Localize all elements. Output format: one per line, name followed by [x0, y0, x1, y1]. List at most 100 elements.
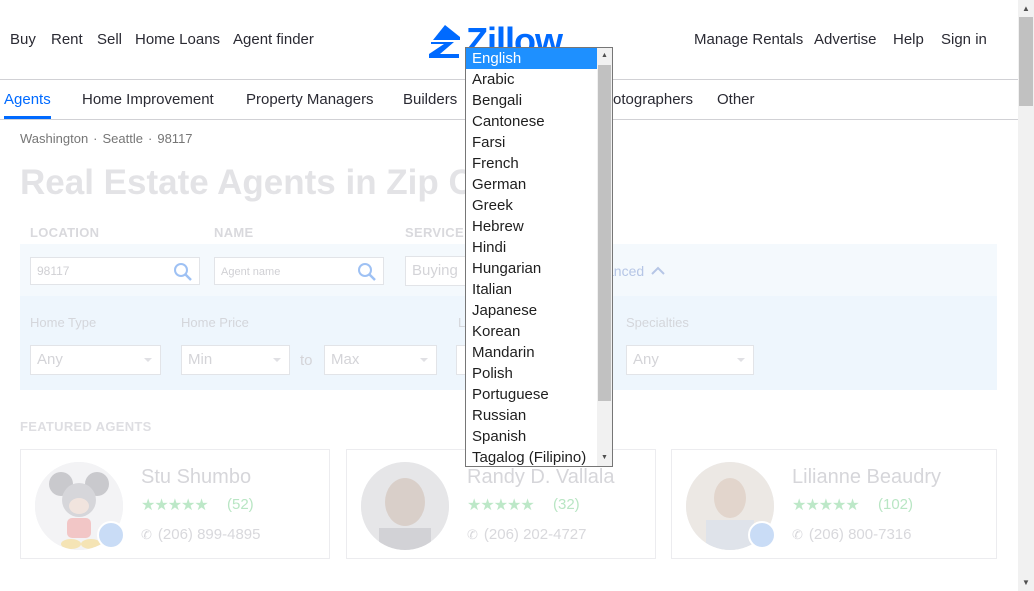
tab-photographers[interactable]: otographers — [613, 91, 693, 108]
language-dropdown-list[interactable]: English Arabic Bengali Cantonese Farsi French… — [465, 47, 613, 467]
price-max-value: Max — [331, 351, 360, 368]
scroll-up-arrow-icon[interactable]: ▲ — [1018, 0, 1034, 17]
language-option[interactable]: Greek — [466, 195, 597, 216]
advanced-toggle[interactable]: anced — [606, 263, 665, 279]
language-option[interactable]: Tagalog (Filipino) — [466, 447, 597, 466]
language-option[interactable]: Hindi — [466, 237, 597, 258]
dropdown-scrollbar[interactable]: ▲ ▼ — [597, 48, 612, 466]
language-option[interactable]: Polish — [466, 363, 597, 384]
agent-name[interactable]: Stu Shumbo — [141, 466, 251, 489]
agent-card[interactable]: Lilianne Beaudry ★★★★★ (102) ✆ (206) 800-… — [671, 449, 997, 559]
nav-home-loans-link[interactable]: Home Loans — [135, 31, 220, 48]
featured-agents-heading: FEATURED AGENTS — [20, 419, 152, 434]
language-option[interactable]: Portuguese — [466, 384, 597, 405]
agent-name-input[interactable]: Agent name — [214, 257, 384, 285]
language-option[interactable]: Spanish — [466, 426, 597, 447]
search-icon[interactable] — [173, 262, 193, 282]
language-option[interactable]: Italian — [466, 279, 597, 300]
tab-agents[interactable]: Agents — [4, 91, 51, 108]
avatar — [361, 462, 449, 550]
scrollbar-thumb[interactable] — [1019, 17, 1033, 106]
language-option[interactable]: Japanese — [466, 300, 597, 321]
phone-number: (206) 899-4895 — [157, 526, 261, 543]
price-min-value: Min — [188, 351, 213, 368]
agent-name[interactable]: Lilianne Beaudry — [792, 466, 941, 489]
phone-number: (206) 800-7316 — [808, 526, 912, 543]
language-option[interactable]: Korean — [466, 321, 597, 342]
nav-help-link[interactable]: Help — [893, 31, 924, 48]
language-option[interactable]: Mandarin — [466, 342, 597, 363]
tab-builders[interactable]: Builders — [403, 91, 457, 108]
scroll-down-arrow-icon[interactable]: ▼ — [597, 450, 612, 466]
service-value: Buying — [412, 262, 458, 279]
caret-down-icon — [420, 358, 428, 362]
language-option[interactable]: German — [466, 174, 597, 195]
home-type-label: Home Type — [30, 315, 97, 330]
tab-home-improvement[interactable]: Home Improvement — [82, 91, 214, 108]
language-option[interactable]: Bengali — [466, 90, 597, 111]
price-max-select[interactable]: Max — [324, 345, 437, 375]
name-label: NAME — [214, 225, 254, 240]
phone-icon: ✆ — [792, 527, 803, 542]
review-count[interactable]: (32) — [553, 496, 580, 513]
dropdown-scrollbar-thumb[interactable] — [598, 65, 611, 401]
caret-down-icon — [144, 358, 152, 362]
agent-name[interactable]: Randy D. Vallala — [467, 466, 614, 489]
breadcrumb: Washington · Seattle · 98117 — [20, 131, 193, 146]
agent-phone: ✆ (206) 899-4895 — [141, 526, 260, 543]
active-tab-indicator — [4, 116, 51, 119]
premier-agent-badge-icon — [748, 521, 776, 549]
scroll-up-arrow-icon[interactable]: ▲ — [597, 48, 612, 64]
nav-agent-finder-link[interactable]: Agent finder — [233, 31, 314, 48]
language-option[interactable]: Arabic — [466, 69, 597, 90]
home-type-select[interactable]: Any — [30, 345, 161, 375]
home-price-label: Home Price — [181, 315, 249, 330]
nav-manage-rentals-link[interactable]: Manage Rentals — [694, 31, 803, 48]
review-count[interactable]: (52) — [227, 496, 254, 513]
language-options: English Arabic Bengali Cantonese Farsi French… — [466, 48, 597, 466]
nav-sell-link[interactable]: Sell — [97, 31, 122, 48]
price-min-select[interactable]: Min — [181, 345, 290, 375]
language-option[interactable]: English — [466, 48, 597, 69]
caret-down-icon — [273, 358, 281, 362]
phone-icon: ✆ — [467, 527, 478, 542]
language-option[interactable]: French — [466, 153, 597, 174]
location-value: 98117 — [37, 264, 70, 278]
nav-buy-link[interactable]: Buy — [10, 31, 36, 48]
location-label: LOCATION — [30, 225, 100, 240]
rating-stars: ★★★★★ — [467, 497, 535, 514]
language-option[interactable]: Cantonese — [466, 111, 597, 132]
language-option[interactable]: Hebrew — [466, 216, 597, 237]
breadcrumb-seattle[interactable]: Seattle — [103, 131, 143, 146]
agent-phone: ✆ (206) 800-7316 — [792, 526, 911, 543]
language-option[interactable]: Russian — [466, 405, 597, 426]
price-to-label: to — [300, 352, 313, 369]
page-title: Real Estate Agents in Zip Co — [20, 163, 496, 202]
location-input[interactable]: 98117 — [30, 257, 200, 285]
nav-sign-in-link[interactable]: Sign in — [941, 31, 987, 48]
agent-card[interactable]: Stu Shumbo ★★★★★ (52) ✆ (206) 899-4895 — [20, 449, 330, 559]
agent-name-placeholder: Agent name — [221, 266, 281, 278]
tab-other[interactable]: Other — [717, 91, 755, 108]
nav-rent-link[interactable]: Rent — [51, 31, 83, 48]
language-option[interactable]: Hungarian — [466, 258, 597, 279]
language-option[interactable]: Farsi — [466, 132, 597, 153]
rating-stars: ★★★★★ — [792, 497, 860, 514]
phone-icon: ✆ — [141, 527, 152, 542]
caret-down-icon — [737, 358, 745, 362]
chevron-up-icon — [651, 266, 665, 275]
nav-advertise-link[interactable]: Advertise — [814, 31, 877, 48]
agent-photo — [361, 462, 449, 550]
search-icon[interactable] — [357, 262, 377, 282]
specialties-value: Any — [633, 351, 659, 368]
zillow-logo-icon — [429, 25, 460, 58]
specialties-select[interactable]: Any — [626, 345, 754, 375]
tab-property-managers[interactable]: Property Managers — [246, 91, 374, 108]
rating-stars: ★★★★★ — [141, 497, 209, 514]
breadcrumb-washington[interactable]: Washington — [20, 131, 88, 146]
review-count[interactable]: (102) — [878, 496, 913, 513]
service-select[interactable]: Buying — [405, 256, 467, 286]
agent-phone: ✆ (206) 202-4727 — [467, 526, 586, 543]
page-scrollbar[interactable]: ▲ ▼ — [1018, 0, 1034, 591]
scroll-down-arrow-icon[interactable]: ▼ — [1018, 574, 1034, 591]
